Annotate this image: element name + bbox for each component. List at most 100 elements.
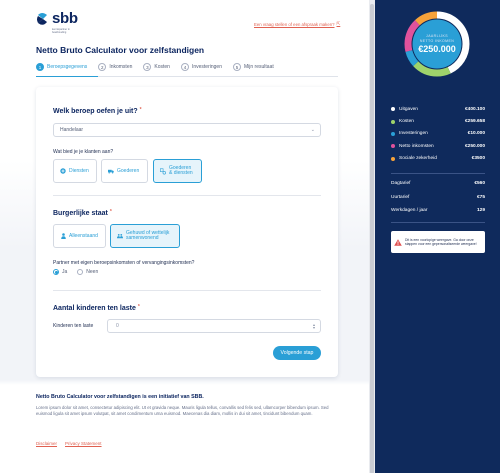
disclaimer-link[interactable]: Disclaimer bbox=[36, 441, 57, 446]
legend-dot bbox=[391, 107, 395, 112]
page-title: Netto Bruto Calculator voor zelfstandige… bbox=[36, 45, 205, 55]
legend-name: Kosten bbox=[399, 119, 414, 125]
step-number: 1 bbox=[36, 63, 44, 71]
sbb-logo-mark-icon bbox=[36, 12, 49, 26]
step-3[interactable]: 3 Kosten bbox=[143, 63, 170, 71]
option-alleenstaand[interactable]: Alleenstaand bbox=[53, 224, 106, 248]
required-mark: * bbox=[139, 107, 142, 113]
legend-row-investeringen: Investeringen €10.000 bbox=[391, 128, 485, 140]
legend-value: €250.000 bbox=[464, 143, 485, 149]
rate-row-werkdagen: Werkdagen / jaar 129 bbox=[391, 204, 485, 218]
donut-amount: €250.000 bbox=[418, 44, 456, 54]
step-label: Inkomsten bbox=[109, 64, 133, 70]
radio-neen[interactable]: Neen bbox=[77, 269, 98, 275]
section-title-kinderen: Aantal kinderen ten laste * bbox=[53, 304, 140, 312]
option-label: Gehuwd of wettelijk samenwonend bbox=[126, 230, 169, 242]
step-label: Beroepsgegevens bbox=[47, 64, 88, 70]
legend-dot bbox=[391, 144, 395, 149]
main-panel: sbb kennispartner in boekhouding Een vra… bbox=[0, 0, 375, 473]
rates-list: Dagtarief €560 Uurtarief €75 Werkdagen /… bbox=[391, 177, 485, 218]
next-step-button[interactable]: Volgende stap bbox=[273, 346, 321, 360]
external-link-icon: ⇱ bbox=[336, 21, 341, 26]
legend-row-sociale-zekerheid: Sociale zekerheid €3500 bbox=[391, 153, 485, 165]
aanbod-question: Wat bied je je klanten aan? bbox=[53, 149, 114, 155]
donut-caption: JAARLIJKS NETTO INKOMEN bbox=[420, 34, 454, 43]
sidebar-divider bbox=[391, 173, 485, 174]
legend-value: €3500 bbox=[471, 156, 485, 162]
radio-label: Ja bbox=[62, 269, 68, 275]
donut-caption-line2: NETTO INKOMEN bbox=[419, 38, 455, 43]
rate-name: Werkdagen / jaar bbox=[391, 208, 428, 214]
legend-name: Uitgaven bbox=[399, 106, 418, 112]
section-divider bbox=[53, 290, 321, 291]
chevron-down-icon: ⌄ bbox=[310, 127, 315, 133]
option-gehuwd[interactable]: Gehuwd of wettelijk samenwonend bbox=[110, 224, 180, 248]
couple-icon bbox=[117, 233, 123, 239]
radio-dot bbox=[77, 269, 84, 275]
partner-radio-group: Ja Neen bbox=[53, 269, 98, 275]
contact-link[interactable]: Een vraag stellen of een afspraak maken?… bbox=[254, 21, 340, 27]
option-goederen[interactable]: Goederen bbox=[101, 159, 148, 183]
stepper-arrows-icon[interactable]: ▴ ▾ bbox=[313, 323, 315, 330]
footer-title: Netto Bruto Calculator voor zelfstandige… bbox=[36, 394, 204, 400]
option-label: Goederen bbox=[117, 168, 140, 174]
legend-name: Sociale zekerheid bbox=[399, 156, 437, 162]
steps-progress-bar bbox=[36, 75, 98, 77]
beroep-select-value: Handelaar bbox=[60, 127, 84, 133]
step-4[interactable]: 4 Investeringen bbox=[180, 63, 222, 71]
sbb-logo[interactable]: sbb kennispartner in boekhouding bbox=[36, 11, 78, 34]
step-5[interactable]: 5 Mijn resultaat bbox=[233, 63, 274, 71]
rate-name: Dagtarief bbox=[391, 181, 411, 187]
sidebar-divider bbox=[391, 222, 485, 223]
rate-name: Uurtarief bbox=[391, 194, 410, 200]
step-label: Mijn resultaat bbox=[244, 64, 274, 70]
rate-value: 129 bbox=[476, 208, 485, 214]
step-1[interactable]: 1 Beroepsgegevens bbox=[36, 63, 87, 71]
scrollbar-thumb[interactable] bbox=[370, 4, 374, 473]
kinderen-stepper[interactable]: 0 ▴ ▾ bbox=[107, 319, 321, 333]
kinderen-value: 0 bbox=[116, 323, 119, 329]
person-icon bbox=[60, 233, 66, 239]
plus-circle-icon bbox=[60, 168, 66, 174]
section-title-beroep: Welk beroep oefen je uit? * bbox=[53, 107, 142, 115]
legend-value: €259.658 bbox=[464, 119, 485, 125]
option-label: Alleenstaand bbox=[69, 233, 98, 239]
warning-text: Dit is een voorlopige weergave. Ga door … bbox=[405, 237, 477, 246]
preview-warning: Dit is een voorlopige weergave. Ga door … bbox=[391, 231, 485, 253]
legend-row-netto-inkomsten: Netto inkomsten €250.000 bbox=[391, 140, 485, 152]
summary-legend: Uitgaven €400.100 Kosten €259.658 Invest… bbox=[391, 103, 485, 165]
legend-dot bbox=[391, 156, 395, 161]
step-indicator: 1 Beroepsgegevens 2 Inkomsten 3 Kosten 4… bbox=[36, 63, 285, 71]
step-number: 3 bbox=[143, 63, 152, 71]
beroep-select[interactable]: Handelaar ⌄ bbox=[53, 123, 321, 137]
section-title-text: Welk beroep oefen je uit? bbox=[53, 108, 138, 115]
step-label: Investeringen bbox=[191, 64, 222, 70]
section-title-text: Aantal kinderen ten laste bbox=[53, 305, 136, 312]
radio-ja[interactable]: Ja bbox=[53, 269, 67, 275]
donut-center: JAARLIJKS NETTO INKOMEN €250.000 bbox=[403, 10, 471, 78]
legend-dot bbox=[391, 119, 395, 124]
required-mark: * bbox=[109, 209, 112, 215]
option-label: Diensten bbox=[69, 168, 89, 174]
footer-text: Lorem ipsum dolor sit amet, consectetur … bbox=[36, 405, 329, 417]
step-label: Kosten bbox=[154, 64, 170, 70]
form-card: Welk beroep oefen je uit? * Handelaar ⌄ W… bbox=[36, 87, 338, 377]
partner-question: Partner met eigen beroepsinkomsten of ve… bbox=[53, 260, 195, 266]
summary-sidebar: JAARLIJKS NETTO INKOMEN €250.000 Uitgaven… bbox=[375, 0, 500, 473]
donut-caption-line1: JAARLIJKS bbox=[426, 34, 448, 38]
option-goederen-diensten[interactable]: Goederen & diensten bbox=[153, 159, 202, 183]
option-diensten[interactable]: Diensten bbox=[53, 159, 97, 183]
radio-dot bbox=[53, 269, 59, 275]
radio-label: Neen bbox=[86, 269, 99, 275]
legend-name: Investeringen bbox=[399, 131, 428, 137]
legend-row-uitgaven: Uitgaven €400.100 bbox=[391, 103, 485, 115]
step-number: 5 bbox=[233, 63, 241, 71]
step-number: 2 bbox=[98, 63, 107, 71]
section-title-burgerlijk: Burgerlijke staat * bbox=[53, 209, 112, 217]
step-2[interactable]: 2 Inkomsten bbox=[98, 63, 132, 71]
privacy-link[interactable]: Privacy Statement bbox=[65, 441, 102, 446]
contact-link-label: Een vraag stellen of een afspraak maken? bbox=[254, 21, 335, 27]
legend-row-kosten: Kosten €259.658 bbox=[391, 115, 485, 127]
section-divider bbox=[53, 195, 321, 196]
truck-icon bbox=[108, 168, 114, 174]
